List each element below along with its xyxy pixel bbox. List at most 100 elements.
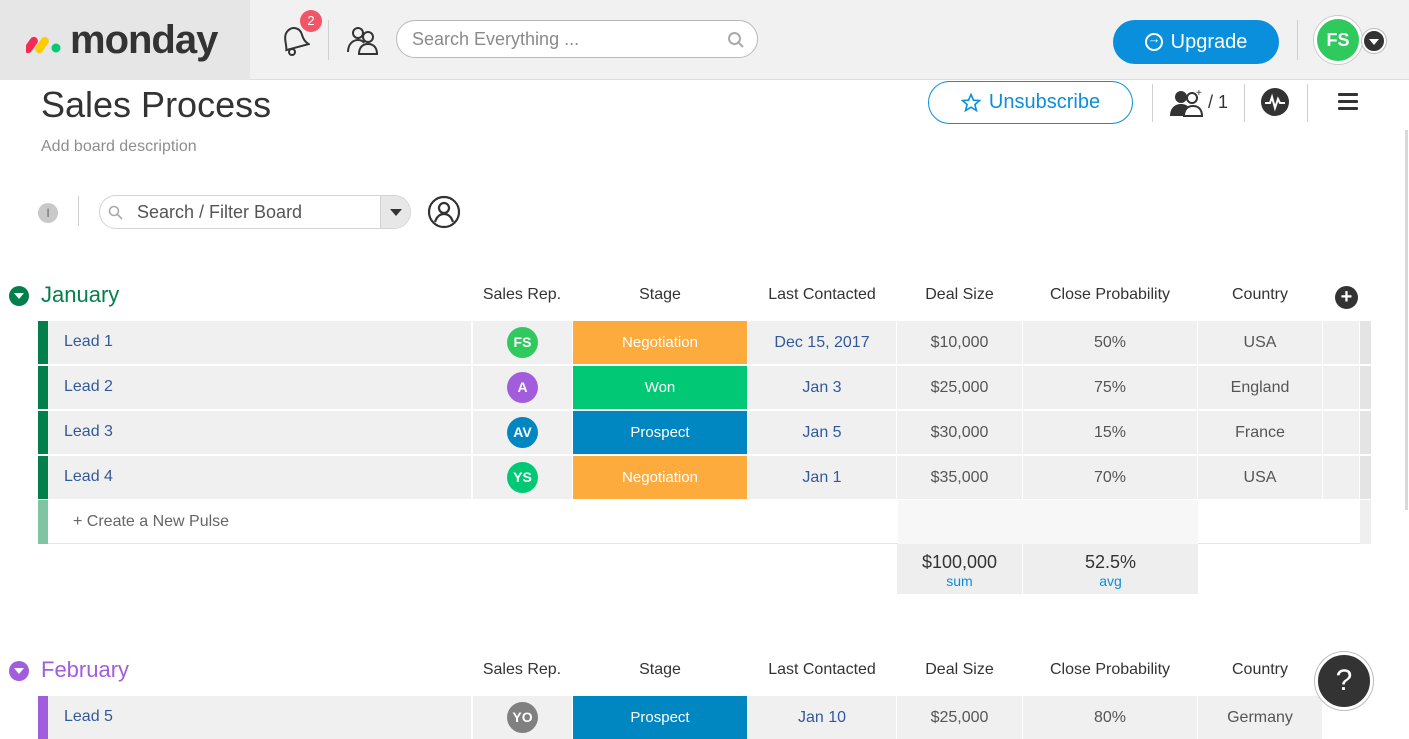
board-members-button[interactable]: + / 1 xyxy=(1170,88,1240,118)
pulse-name[interactable]: Lead 5 xyxy=(64,708,113,726)
last-contacted-cell[interactable]: Jan 3 xyxy=(748,366,897,409)
stage-status-cell[interactable]: Negotiation xyxy=(573,456,748,499)
group-title-february[interactable]: February xyxy=(41,657,129,683)
column-header-country[interactable]: Country xyxy=(1198,286,1322,304)
invite-people-icon[interactable] xyxy=(346,24,380,56)
group-collapse-icon[interactable] xyxy=(9,661,29,681)
filter-placeholder: Search / Filter Board xyxy=(137,202,303,222)
row-end xyxy=(1360,456,1371,499)
column-header-stage[interactable]: Stage xyxy=(573,661,747,679)
column-header-stage[interactable]: Stage xyxy=(573,286,747,304)
search-icon xyxy=(108,205,123,220)
group-color-strip xyxy=(38,456,48,499)
summary-value: $100,000 xyxy=(921,552,998,572)
table-row[interactable]: Lead 3 AV Prospect Jan 5 $30,000 15% Fra… xyxy=(38,411,1371,454)
pulse-name-cell[interactable]: Lead 2 xyxy=(48,366,472,409)
global-search-input[interactable]: Search Everything ... xyxy=(396,20,758,58)
deal-size-summary[interactable]: $100,000 sum xyxy=(897,544,1022,594)
logo-area[interactable]: monday xyxy=(0,0,250,80)
activity-button[interactable] xyxy=(1261,88,1289,116)
create-pulse-row[interactable]: + Create a New Pulse xyxy=(38,500,1371,544)
add-column-icon[interactable]: + xyxy=(1335,286,1358,309)
row-end xyxy=(1360,321,1371,364)
deal-size-cell[interactable]: $25,000 xyxy=(897,696,1023,739)
country-cell[interactable]: France xyxy=(1198,411,1323,454)
deal-size-cell[interactable]: $25,000 xyxy=(897,366,1023,409)
board-menu-icon[interactable] xyxy=(1338,93,1358,111)
column-header-last-contacted[interactable]: Last Contacted xyxy=(748,286,896,304)
upgrade-button[interactable]: Upgrade xyxy=(1113,20,1279,64)
sales-rep-cell[interactable]: YS xyxy=(473,456,573,499)
board-title[interactable]: Sales Process xyxy=(41,84,271,126)
filter-dropdown-icon[interactable] xyxy=(380,196,410,228)
table-row[interactable]: Lead 5 YO Prospect Jan 10 $25,000 80% Ge… xyxy=(38,696,1371,739)
column-header-close-probability[interactable]: Close Probability xyxy=(1023,286,1197,304)
group-collapse-icon[interactable] xyxy=(9,286,29,306)
column-header-close-probability[interactable]: Close Probability xyxy=(1023,661,1197,679)
pulse-name[interactable]: Lead 2 xyxy=(64,378,113,396)
stage-status-cell[interactable]: Negotiation xyxy=(573,321,748,364)
country-cell[interactable]: England xyxy=(1198,366,1323,409)
country-cell[interactable]: USA xyxy=(1198,456,1323,499)
person-filter-icon[interactable] xyxy=(427,195,461,229)
table-row[interactable]: Lead 1 FS Negotiation Dec 15, 2017 $10,0… xyxy=(38,321,1371,364)
pulse-name[interactable]: Lead 1 xyxy=(64,333,113,351)
close-probability-cell[interactable]: 15% xyxy=(1023,411,1198,454)
unsubscribe-button[interactable]: Unsubscribe xyxy=(928,81,1133,124)
divider xyxy=(328,20,329,60)
sales-rep-cell[interactable]: FS xyxy=(473,321,573,364)
stage-status-cell[interactable]: Won xyxy=(573,366,748,409)
pulse-name-cell[interactable]: Lead 3 xyxy=(48,411,472,454)
column-header-sales-rep[interactable]: Sales Rep. xyxy=(472,661,572,679)
table-row[interactable]: Lead 2 A Won Jan 3 $25,000 75% England xyxy=(38,366,1371,409)
stage-status-cell[interactable]: Prospect xyxy=(573,696,748,739)
chevron-down-icon[interactable] xyxy=(1362,29,1386,53)
arrow-circle-icon xyxy=(1144,31,1163,51)
info-icon[interactable]: I xyxy=(38,203,58,223)
country-cell[interactable]: Germany xyxy=(1198,696,1323,739)
sales-rep-cell[interactable]: A xyxy=(473,366,573,409)
help-button[interactable]: ? xyxy=(1315,652,1373,710)
pulse-name-cell[interactable]: Lead 5 xyxy=(48,696,472,739)
pulse-activity-icon xyxy=(1265,93,1285,112)
close-probability-summary[interactable]: 52.5% avg xyxy=(1023,544,1198,594)
column-header-deal-size[interactable]: Deal Size xyxy=(897,661,1022,679)
summary-label: sum xyxy=(946,573,973,589)
summary-value: 52.5% xyxy=(1084,552,1137,572)
column-header-last-contacted[interactable]: Last Contacted xyxy=(748,661,896,679)
deal-size-cell[interactable]: $10,000 xyxy=(897,321,1023,364)
column-header-sales-rep[interactable]: Sales Rep. xyxy=(472,286,572,304)
user-avatar[interactable]: FS xyxy=(1314,16,1362,64)
summary-spacer xyxy=(898,500,1198,544)
avatar: YS xyxy=(507,462,538,493)
last-contacted-cell[interactable]: Dec 15, 2017 xyxy=(748,321,897,364)
create-pulse-input[interactable]: + Create a New Pulse xyxy=(73,513,229,531)
close-probability-cell[interactable]: 50% xyxy=(1023,321,1198,364)
pulse-name-cell[interactable]: Lead 4 xyxy=(48,456,472,499)
last-contacted-cell[interactable]: Jan 10 xyxy=(748,696,897,739)
divider xyxy=(1307,84,1308,122)
pulse-name[interactable]: Lead 4 xyxy=(64,468,113,486)
sales-rep-cell[interactable]: YO xyxy=(473,696,573,739)
deal-size-cell[interactable]: $35,000 xyxy=(897,456,1023,499)
deal-size-cell[interactable]: $30,000 xyxy=(897,411,1023,454)
scrollbar[interactable] xyxy=(1405,130,1408,510)
column-header-country[interactable]: Country xyxy=(1198,661,1322,679)
country-cell[interactable]: USA xyxy=(1198,321,1323,364)
board-filter-input[interactable]: Search / Filter Board xyxy=(99,195,411,229)
last-contacted-cell[interactable]: Jan 1 xyxy=(748,456,897,499)
stage-status-cell[interactable]: Prospect xyxy=(573,411,748,454)
empty-cell xyxy=(1323,366,1360,409)
group-title-january[interactable]: January xyxy=(41,282,119,308)
pulse-name-cell[interactable]: Lead 1 xyxy=(48,321,472,364)
column-header-deal-size[interactable]: Deal Size xyxy=(897,286,1022,304)
table-row[interactable]: Lead 4 YS Negotiation Jan 1 $35,000 70% … xyxy=(38,456,1371,499)
close-probability-cell[interactable]: 70% xyxy=(1023,456,1198,499)
close-probability-cell[interactable]: 80% xyxy=(1023,696,1198,739)
pulse-name[interactable]: Lead 3 xyxy=(64,423,113,441)
monday-logo-icon xyxy=(26,36,61,54)
board-description[interactable]: Add board description xyxy=(41,138,197,156)
last-contacted-cell[interactable]: Jan 5 xyxy=(748,411,897,454)
close-probability-cell[interactable]: 75% xyxy=(1023,366,1198,409)
sales-rep-cell[interactable]: AV xyxy=(473,411,573,454)
